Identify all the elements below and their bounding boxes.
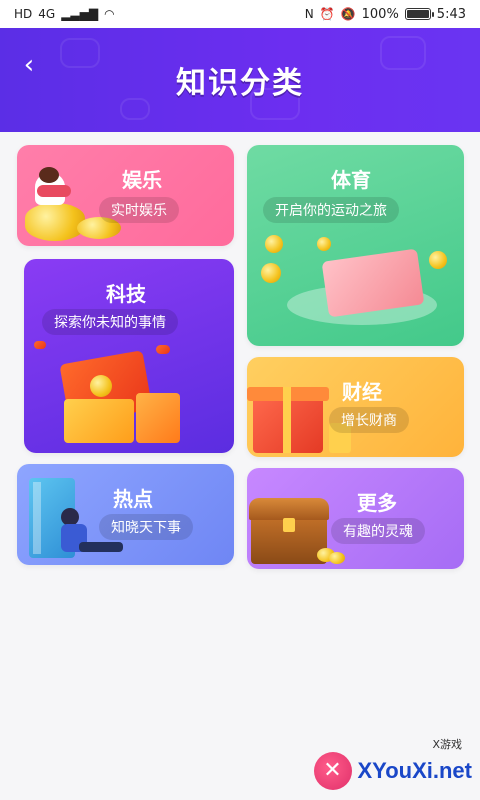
alarm-icon: ⏰ bbox=[319, 7, 335, 21]
category-card-finance[interactable]: 财经 增长财商 bbox=[247, 357, 464, 457]
category-card-technology[interactable]: 科技 探索你未知的事情 bbox=[24, 259, 234, 453]
battery-fill bbox=[406, 10, 429, 18]
category-subtitle: 探索你未知的事情 bbox=[42, 309, 178, 335]
category-subtitle: 有趣的灵魂 bbox=[331, 518, 425, 544]
page-title: 知识分类 bbox=[176, 66, 304, 101]
category-subtitle: 开启你的运动之旅 bbox=[263, 197, 399, 223]
network-indicator: 4G bbox=[38, 7, 56, 21]
status-right: N ⏰ 🔕 100% 5:43 bbox=[305, 7, 466, 22]
nfc-icon: N bbox=[304, 7, 314, 21]
category-title: 体育 bbox=[331, 168, 371, 192]
entertainment-illustration bbox=[17, 145, 137, 246]
category-title: 热点 bbox=[113, 487, 153, 511]
category-subtitle: 增长财商 bbox=[329, 407, 409, 433]
watermark-logo-icon: ✕ bbox=[313, 752, 352, 790]
signal-icon: ▂▃▅▇ bbox=[61, 7, 99, 21]
watermark-text: XYouXi.net bbox=[357, 758, 473, 783]
category-subtitle: 实时娱乐 bbox=[99, 197, 179, 223]
sports-illustration bbox=[247, 235, 464, 346]
category-title: 娱乐 bbox=[122, 168, 162, 192]
status-left: HD 4G ▂▃▅▇ ◠ bbox=[14, 8, 115, 20]
hd-indicator: HD bbox=[14, 7, 33, 21]
category-title: 科技 bbox=[106, 282, 146, 306]
header: ‹ 知识分类 bbox=[0, 28, 480, 132]
category-subtitle: 知晓天下事 bbox=[99, 514, 193, 540]
battery-icon bbox=[404, 8, 434, 20]
category-title: 财经 bbox=[342, 380, 382, 404]
watermark-small-text: X游戏 bbox=[432, 738, 462, 751]
category-card-entertainment[interactable]: 娱乐 实时娱乐 bbox=[17, 145, 234, 246]
watermark: X游戏 ✕ XYouXi.net bbox=[313, 738, 473, 790]
status-bar: HD 4G ▂▃▅▇ ◠ N ⏰ 🔕 100% 5:43 bbox=[0, 0, 480, 28]
category-title: 更多 bbox=[357, 491, 397, 515]
mute-icon: 🔕 bbox=[340, 7, 356, 21]
category-card-more[interactable]: 更多 有趣的灵魂 bbox=[247, 468, 464, 569]
category-card-sports[interactable]: 体育 开启你的运动之旅 bbox=[247, 145, 464, 346]
category-card-hot[interactable]: 热点 知晓天下事 bbox=[17, 464, 234, 565]
wifi-icon: ◠ bbox=[104, 7, 115, 21]
clock: 5:43 bbox=[436, 6, 466, 22]
battery-percent: 100% bbox=[361, 6, 399, 22]
technology-illustration bbox=[24, 339, 234, 453]
